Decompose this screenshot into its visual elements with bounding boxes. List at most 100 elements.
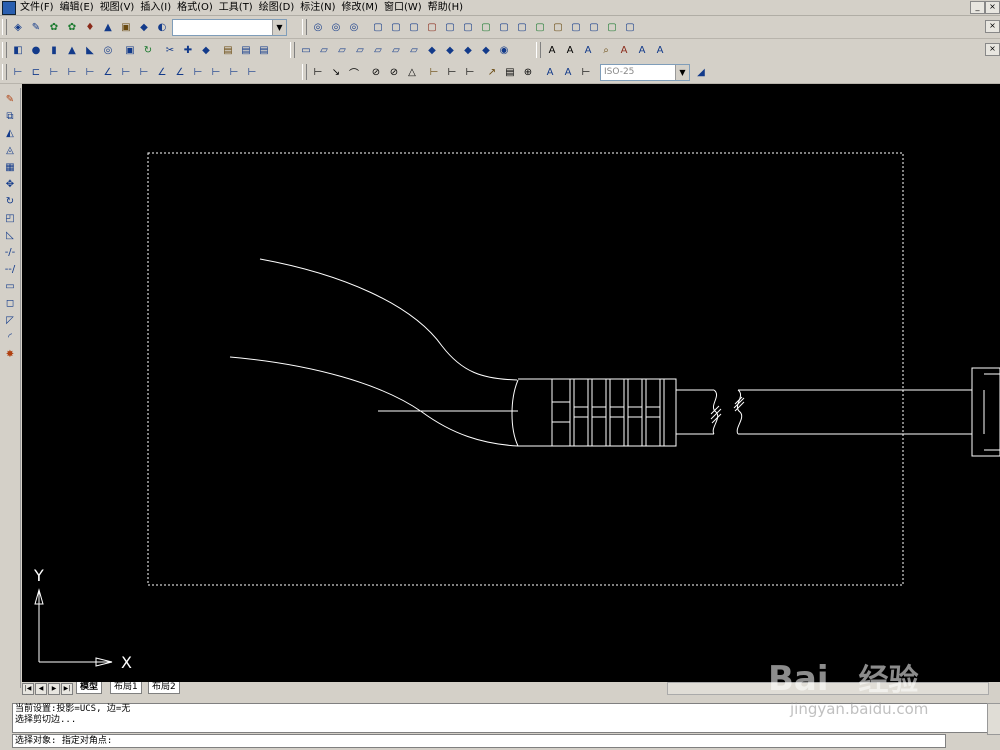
camera-icon[interactable]: ◉ — [496, 42, 512, 58]
qleader-icon[interactable]: ∠ — [172, 64, 188, 80]
toolbar-grip[interactable] — [2, 64, 7, 80]
dim-tolerance2-icon[interactable]: ▤ — [502, 64, 518, 80]
single-line-text-icon[interactable]: A — [562, 42, 578, 58]
top-view-icon[interactable]: ▱ — [316, 42, 332, 58]
back-view-icon[interactable]: ▱ — [406, 42, 422, 58]
check-icon[interactable]: ▢ — [622, 19, 638, 35]
baseline-dim-icon[interactable]: ⊢ — [136, 64, 152, 80]
imprint-icon[interactable]: ▢ — [550, 19, 566, 35]
layer-lock-icon[interactable]: ♦ — [82, 19, 98, 35]
front-view-icon[interactable]: ▱ — [388, 42, 404, 58]
toolbar-grip[interactable] — [536, 42, 541, 58]
horizontal-scrollbar[interactable] — [667, 682, 989, 695]
tab-layout1[interactable]: 布局1 — [110, 682, 142, 694]
tolerance-icon[interactable]: ⊢ — [190, 64, 206, 80]
shell-icon[interactable]: ▢ — [604, 19, 620, 35]
quick-dim-icon[interactable]: ⊢ — [118, 64, 134, 80]
ne-iso-icon[interactable]: ◆ — [460, 42, 476, 58]
multiline-text-icon[interactable]: A — [544, 42, 560, 58]
section-icon[interactable]: ✚ — [180, 42, 196, 58]
ordinate-dim-icon[interactable]: ⊢ — [46, 64, 62, 80]
dim-edit2-icon[interactable]: A — [542, 64, 558, 80]
intersect-icon[interactable]: ◎ — [346, 19, 362, 35]
delete-face-icon[interactable]: ▢ — [424, 19, 440, 35]
angular-dim-icon[interactable]: ∠ — [100, 64, 116, 80]
revolve-icon[interactable]: ↻ — [140, 42, 156, 58]
dim-edit-icon[interactable]: ⊢ — [226, 64, 242, 80]
tab-model[interactable]: 模型 — [76, 682, 103, 694]
app-icon[interactable] — [2, 1, 16, 15]
dim-center2-icon[interactable]: ⊕ — [520, 64, 536, 80]
dim-baseline2-icon[interactable]: ⊢ — [444, 64, 460, 80]
color-edge-icon[interactable]: ▢ — [532, 19, 548, 35]
toolbar-grip[interactable] — [2, 42, 7, 58]
cone-icon[interactable]: ▲ — [64, 42, 80, 58]
dim-style-icon[interactable]: ◢ — [693, 64, 709, 80]
layer-match-icon[interactable]: ◆ — [136, 19, 152, 35]
layer-on-icon[interactable]: ✿ — [46, 19, 62, 35]
diameter-dim-icon[interactable]: ⊢ — [82, 64, 98, 80]
copy-edge-icon[interactable]: ▢ — [514, 19, 530, 35]
tab-layout2[interactable]: 布局2 — [148, 682, 180, 694]
taper-face-icon[interactable]: ▢ — [460, 19, 476, 35]
nw-iso-icon[interactable]: ◆ — [478, 42, 494, 58]
chevron-down-icon[interactable]: ▼ — [272, 19, 286, 35]
fillet-icon[interactable]: ◜ — [2, 330, 18, 345]
wedge-icon[interactable]: ◣ — [82, 42, 98, 58]
layer-isolate-icon[interactable]: ▣ — [118, 19, 134, 35]
linear-dim-icon[interactable]: ⊢ — [10, 64, 26, 80]
setup-profile-icon[interactable]: ▤ — [256, 42, 272, 58]
layer-state-icon[interactable]: ✎ — [28, 19, 44, 35]
chevron-down-icon[interactable]: ▼ — [675, 64, 689, 80]
box-icon[interactable]: ◧ — [10, 42, 26, 58]
layer-freeze-icon[interactable]: ✿ — [64, 19, 80, 35]
first-tab-icon[interactable]: |◀ — [22, 683, 34, 695]
text-style-icon[interactable]: A — [616, 42, 632, 58]
extrude-face-icon[interactable]: ▢ — [370, 19, 386, 35]
setup-drawing-icon[interactable]: ▤ — [220, 42, 236, 58]
rotate-face-icon[interactable]: ▢ — [442, 19, 458, 35]
layer-walk-icon[interactable]: ◐ — [154, 19, 170, 35]
dim-update-icon[interactable]: ⊢ — [578, 64, 594, 80]
toolbar-grip[interactable] — [302, 19, 307, 35]
chamfer-icon[interactable]: ◸ — [2, 313, 18, 328]
center-mark-icon[interactable]: ⊢ — [208, 64, 224, 80]
find-replace-icon[interactable]: ⌕ — [598, 42, 614, 58]
separate-icon[interactable]: ▢ — [586, 19, 602, 35]
last-tab-icon[interactable]: ▶| — [61, 683, 73, 695]
menu-item[interactable]: 修改(M) — [342, 1, 384, 14]
dim-leader2-icon[interactable]: ↗ — [484, 64, 500, 80]
dim-radius2-icon[interactable]: ⊘ — [368, 64, 384, 80]
dim-quick2-icon[interactable]: ⊢ — [426, 64, 442, 80]
array-icon[interactable]: ▦ — [2, 160, 18, 175]
clean-icon[interactable]: ▢ — [568, 19, 584, 35]
sphere-icon[interactable]: ● — [28, 42, 44, 58]
toolbar-grip[interactable] — [302, 64, 307, 80]
move-icon[interactable]: ✥ — [2, 177, 18, 192]
dim-text-edit-icon[interactable]: ⊢ — [244, 64, 260, 80]
dim-linear2-icon[interactable]: ⊢ — [310, 64, 326, 80]
named-views-icon[interactable]: ▭ — [298, 42, 314, 58]
layer-previous-icon[interactable]: ▲ — [100, 19, 116, 35]
mirror-icon[interactable]: ◭ — [2, 126, 18, 141]
explode-icon[interactable]: ✸ — [2, 347, 18, 362]
offset-face-icon[interactable]: ▢ — [406, 19, 422, 35]
slice-icon[interactable]: ✂ — [162, 42, 178, 58]
subtract-icon[interactable]: ◎ — [328, 19, 344, 35]
left-view-icon[interactable]: ▱ — [352, 42, 368, 58]
menu-item[interactable]: 工具(T) — [219, 1, 259, 14]
layer-manager-icon[interactable]: ◈ — [10, 19, 26, 35]
menu-item[interactable]: 帮助(H) — [428, 1, 469, 14]
union-icon[interactable]: ◎ — [310, 19, 326, 35]
dim-angular2-icon[interactable]: △ — [404, 64, 420, 80]
command-input[interactable]: 选择对象: 指定对角点: — [12, 734, 946, 748]
menu-item[interactable]: 标注(N) — [300, 1, 341, 14]
dimstyle-combo[interactable]: ISO-25 ▼ — [600, 63, 690, 81]
copy-icon[interactable]: ⧉ — [2, 109, 18, 124]
setup-view-icon[interactable]: ▤ — [238, 42, 254, 58]
dim-continue2-icon[interactable]: ⊢ — [462, 64, 478, 80]
rotate-icon[interactable]: ↻ — [2, 194, 18, 209]
drawing-canvas[interactable]: Y X — [22, 84, 1000, 682]
right-view-icon[interactable]: ▱ — [370, 42, 386, 58]
interfere-icon[interactable]: ◆ — [198, 42, 214, 58]
